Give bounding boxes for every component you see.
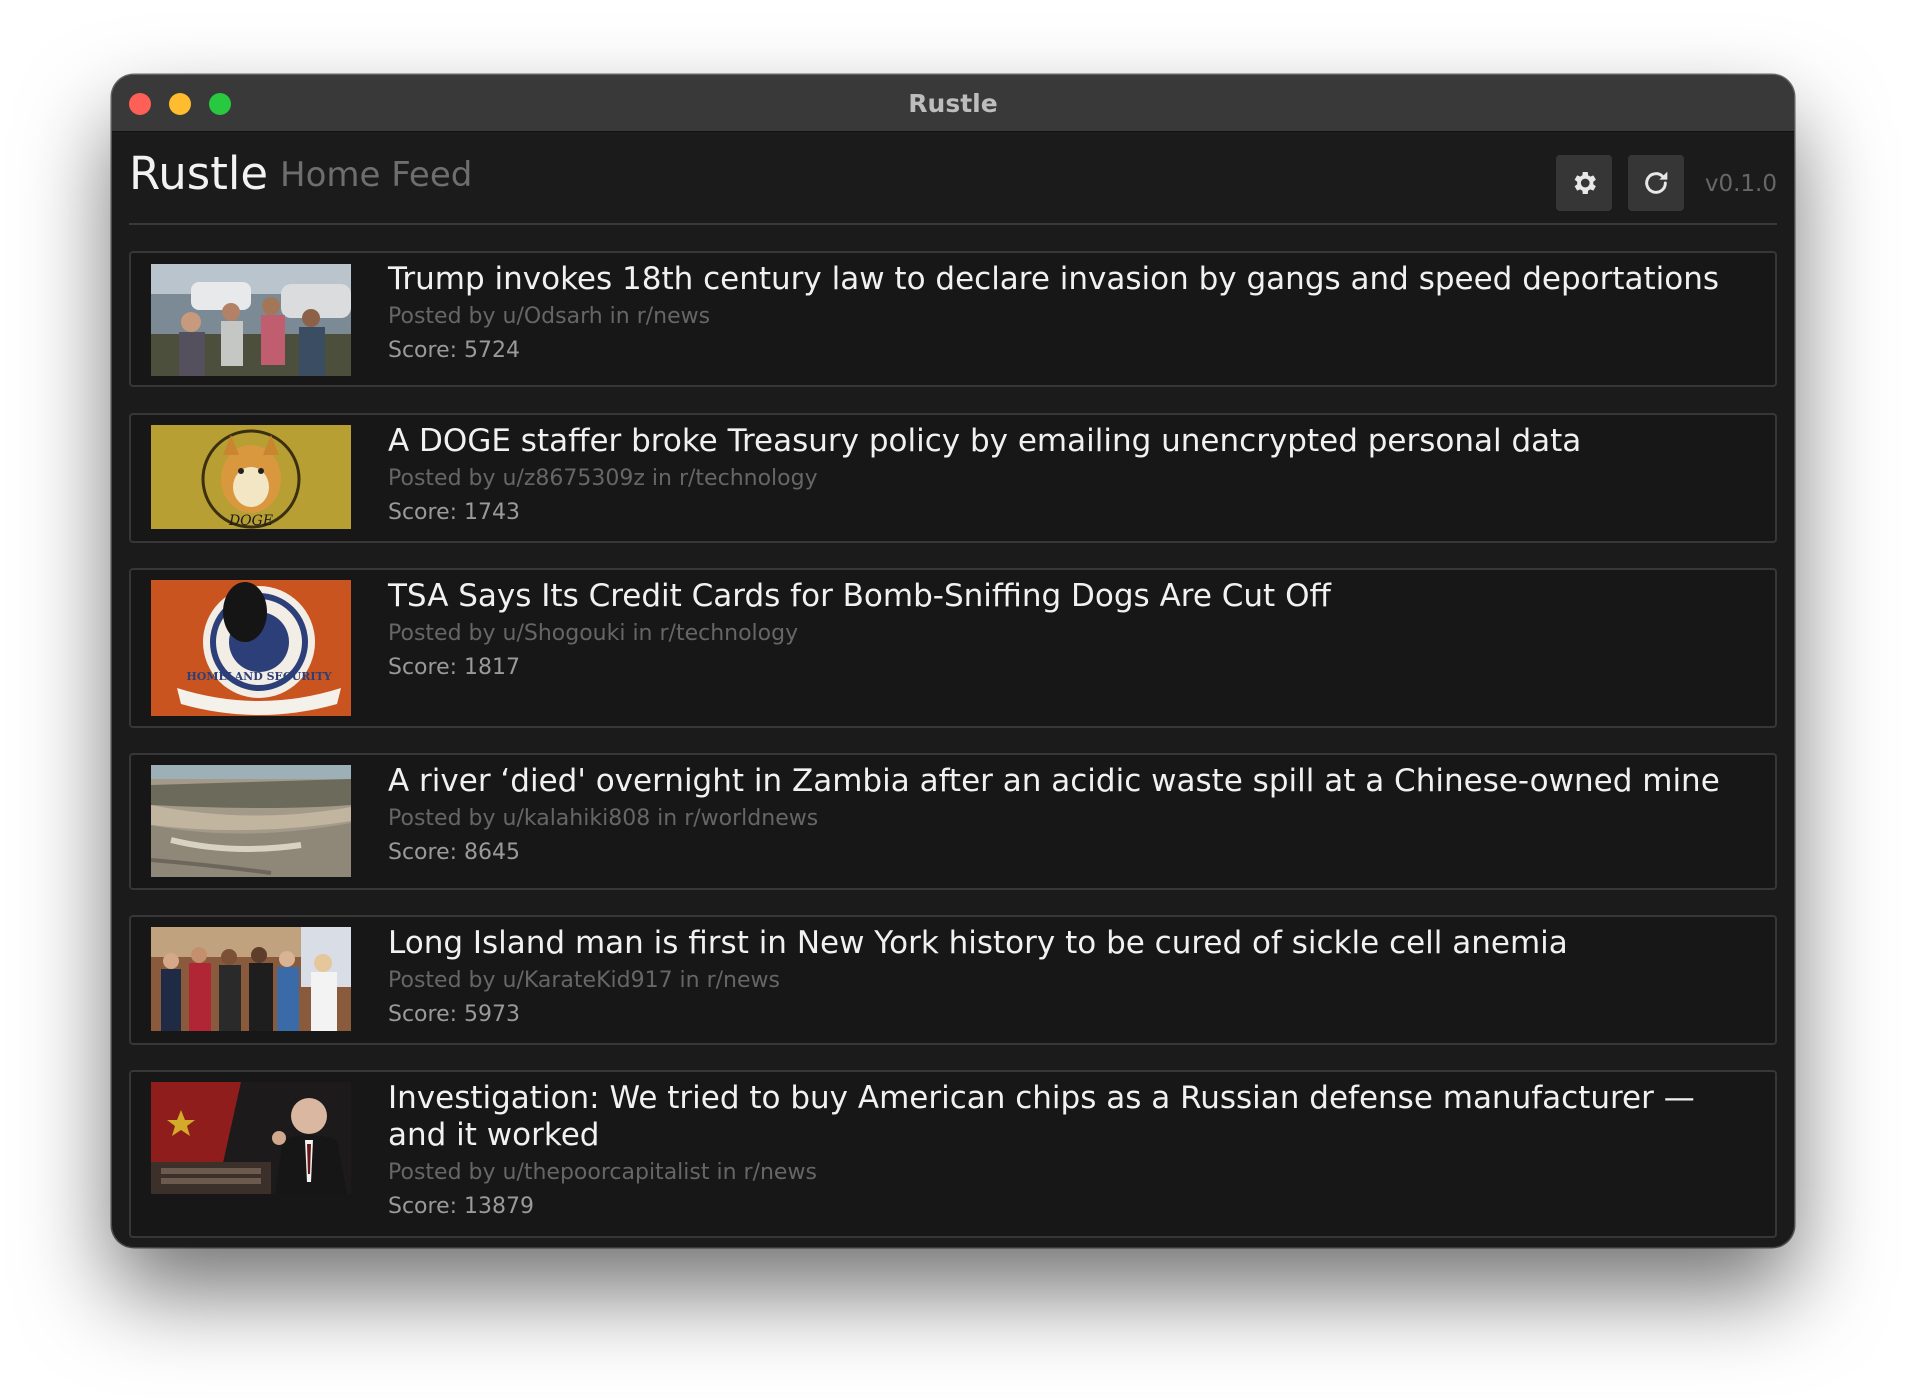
post-score: Score: 5973	[388, 1002, 521, 1027]
post-score: Score: 5724	[388, 338, 521, 363]
post-title[interactable]: Investigation: We tried to buy American …	[388, 1080, 1735, 1154]
thumb-caption: HOMELAND SECURITY	[186, 670, 331, 683]
title-bar[interactable]: Rustle	[112, 75, 1794, 132]
post-card[interactable]: Long Island man is first in New York his…	[129, 915, 1777, 1045]
post-title[interactable]: A river ‘died' overnight in Zambia after…	[388, 763, 1735, 800]
post-thumbnail	[151, 1082, 351, 1194]
window-title: Rustle	[908, 89, 998, 118]
post-card[interactable]: Trump invokes 18th century law to declar…	[129, 251, 1777, 387]
page-subtitle: Home Feed	[280, 155, 473, 195]
post-score: Score: 1817	[388, 655, 521, 680]
app-header: Rustle Home Feed v0.1.0	[129, 131, 1777, 225]
app-title: Rustle	[129, 147, 269, 200]
post-thumbnail	[151, 264, 351, 376]
post-title[interactable]: Long Island man is first in New York his…	[388, 925, 1735, 962]
post-card[interactable]: Investigation: We tried to buy American …	[129, 1070, 1777, 1238]
post-title[interactable]: A DOGE staffer broke Treasury policy by …	[388, 423, 1735, 460]
post-card[interactable]: A river ‘died' overnight in Zambia after…	[129, 753, 1777, 890]
post-score: Score: 8645	[388, 840, 521, 865]
post-thumbnail: DOGE	[151, 425, 351, 529]
gear-icon	[1574, 172, 1596, 194]
thumb-caption: DOGE	[228, 513, 273, 529]
post-meta: Posted by u/thepoorcapitalist in r/news	[388, 1160, 817, 1185]
post-score: Score: 13879	[388, 1194, 535, 1219]
post-meta: Posted by u/z8675309z in r/technology	[388, 466, 818, 491]
post-card[interactable]: DOGE A DOGE staffer broke Treasury polic…	[129, 413, 1777, 543]
app-window: Rustle Rustle Home Feed v0.1.0 Trump inv…	[112, 75, 1794, 1247]
post-meta: Posted by u/Shogouki in r/technology	[388, 621, 799, 646]
refresh-button[interactable]	[1628, 155, 1684, 211]
post-thumbnail: HOMELAND SECURITY	[151, 580, 351, 716]
post-title[interactable]: Trump invokes 18th century law to declar…	[388, 261, 1735, 298]
post-thumbnail	[151, 927, 351, 1031]
post-score: Score: 1743	[388, 500, 521, 525]
post-meta: Posted by u/Odsarh in r/news	[388, 304, 711, 329]
post-thumbnail	[151, 765, 351, 877]
post-meta: Posted by u/KarateKid917 in r/news	[388, 968, 780, 993]
settings-button[interactable]	[1556, 155, 1612, 211]
app-version: v0.1.0	[1704, 171, 1777, 197]
post-meta: Posted by u/kalahiki808 in r/worldnews	[388, 806, 819, 831]
post-card[interactable]: HOMELAND SECURITY TSA Says Its Credit Ca…	[129, 568, 1777, 728]
post-title[interactable]: TSA Says Its Credit Cards for Bomb-Sniff…	[388, 578, 1735, 615]
refresh-icon	[1645, 171, 1668, 194]
